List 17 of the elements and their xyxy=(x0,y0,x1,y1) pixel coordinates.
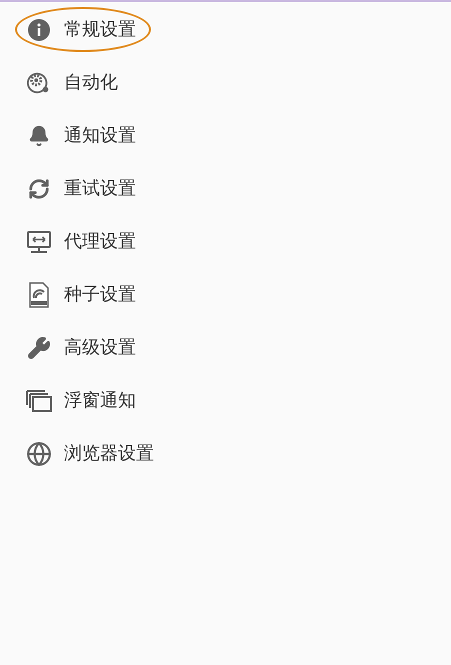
menu-item[interactable]: 代理设置 xyxy=(0,215,451,268)
menu-item[interactable]: 重试设置 xyxy=(0,162,451,215)
menu-item[interactable]: 常规设置 xyxy=(0,3,451,56)
refresh-icon xyxy=(28,178,50,200)
globe-icon xyxy=(26,440,52,466)
monitor-icon xyxy=(26,230,52,254)
wrench-icon xyxy=(27,336,51,360)
bell-icon xyxy=(28,124,50,146)
menu-item[interactable]: 自动化 xyxy=(0,56,451,109)
menu-item[interactable]: 通知设置 xyxy=(0,109,451,162)
file-icon xyxy=(28,282,50,308)
menu-item[interactable]: 高级设置 xyxy=(0,321,451,374)
menu-item[interactable]: 浏览器设置 xyxy=(0,427,451,480)
windows-icon xyxy=(26,390,52,412)
menu-item[interactable]: 种子设置 xyxy=(0,268,451,321)
info-icon xyxy=(27,18,51,42)
menu-item[interactable]: 浮窗通知 xyxy=(0,374,451,427)
